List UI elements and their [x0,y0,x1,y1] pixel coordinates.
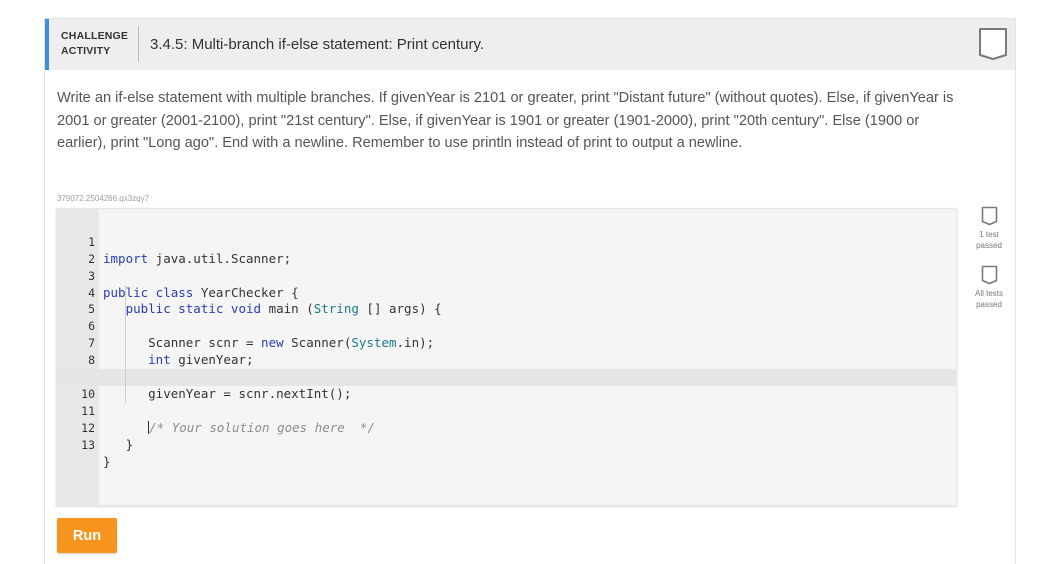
completion-badge-icon [979,28,1007,60]
test-result-1: 1 test passed [965,206,1013,251]
code-line-5[interactable]: 5 Scanner scnr = new Scanner(System.in); [57,284,956,350]
challenge-activity-card: CHALLENGE ACTIVITY 3.4.5: Multi-branch i… [44,18,1016,564]
activity-header: CHALLENGE ACTIVITY 3.4.5: Multi-branch i… [45,19,1015,70]
code-line-6[interactable]: 6 int givenYear; [57,301,956,367]
activity-type-line2: ACTIVITY [61,45,111,57]
test-result-label: 1 test passed [976,230,1002,250]
code-line-10[interactable]: 10 /* Your solution goes here */ [57,369,956,435]
run-button[interactable]: Run [57,518,117,553]
code-text: } [103,453,111,469]
indent-guide [125,369,126,386]
code-identifier: 379072.2504266.qx3zqy7 [57,194,150,203]
activity-type-label: CHALLENGE ACTIVITY [61,29,139,59]
code-line-13[interactable]: 13 } [57,420,956,469]
test-result-label: All tests passed [974,289,1003,309]
code-line-12[interactable]: 12 } [57,403,956,452]
indent-guide [125,301,126,319]
indent-guide [125,385,126,403]
test-badge-icon [981,265,997,285]
test-badge-icon [981,206,997,226]
indent-guide [125,352,126,370]
code-line-1[interactable]: 1 import java.util.Scanner; [57,217,956,266]
indent-guide [125,318,126,336]
indent-guide [125,284,126,302]
code-line-7[interactable]: 7 [57,318,956,350]
code-line-9[interactable]: 9 [57,352,956,384]
activity-instructions: Write an if-else statement with multiple… [57,90,954,151]
test-result-2: All tests passed [965,265,1013,310]
code-line-2[interactable]: 2 [57,234,956,266]
code-line-3[interactable]: 3 public class YearChecker { [57,251,956,300]
indent-guide [125,335,126,353]
code-line-8[interactable]: 8 givenYear = scnr.nextInt(); [57,335,956,401]
header-divider [138,26,139,62]
activity-title: 3.4.5: Multi-branch if-else statement: P… [150,36,485,53]
code-area[interactable]: 1 import java.util.Scanner; 2 3 public c… [57,217,956,469]
activity-type-line1: CHALLENGE [61,30,129,42]
code-line-11[interactable]: 11 [57,385,956,418]
line-number: 13 [81,437,95,452]
code-editor[interactable]: 1 import java.util.Scanner; 2 3 public c… [56,208,957,506]
code-line-4[interactable]: 4 public static void main (String [] arg… [57,268,956,317]
